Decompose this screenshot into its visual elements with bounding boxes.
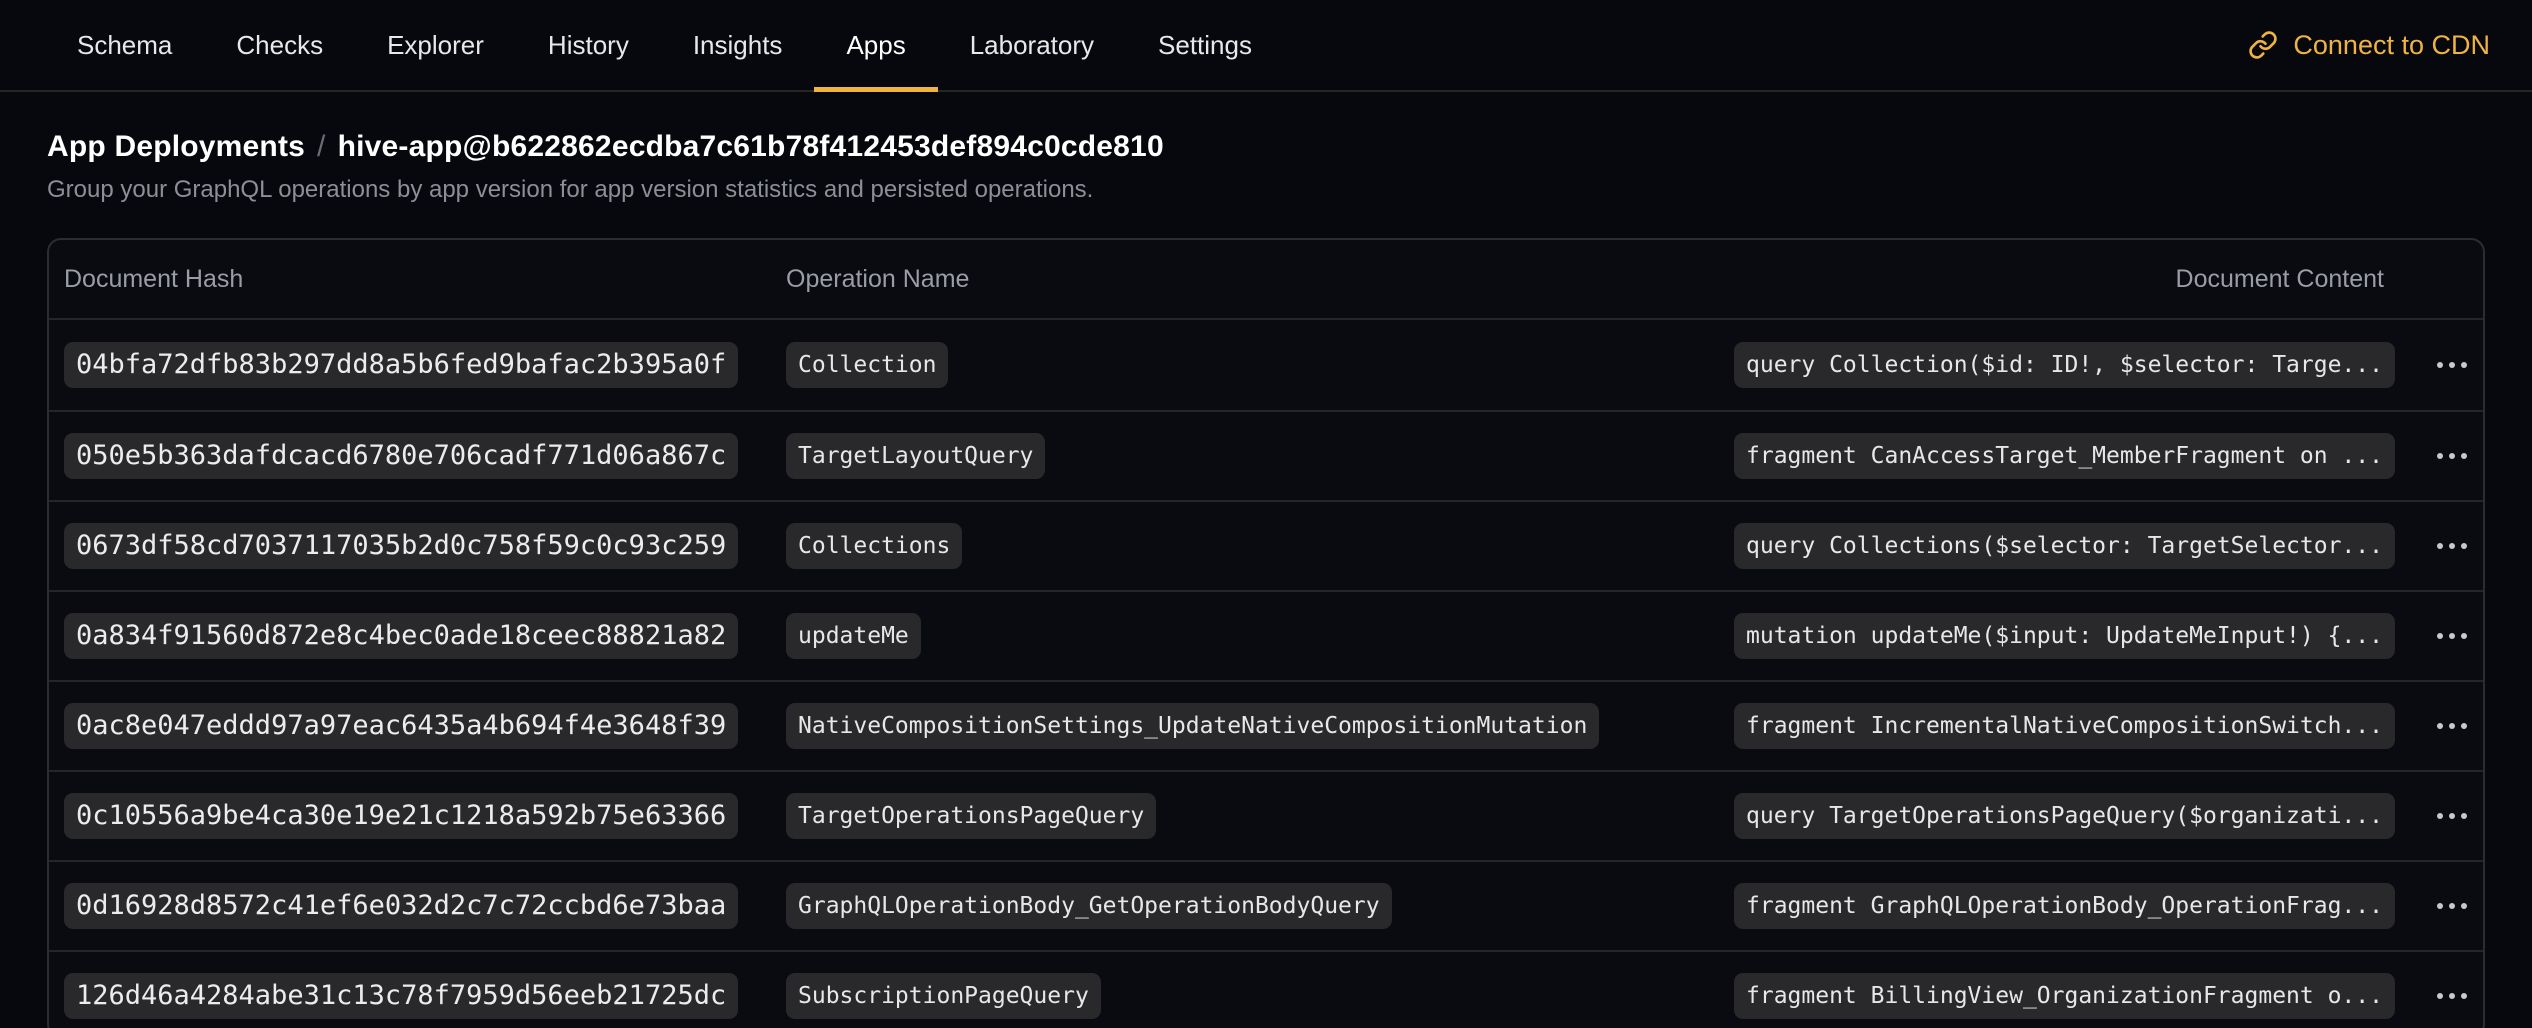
document-hash-badge: 126d46a4284abe31c13c78f7959d56eeb21725dc [64,973,738,1019]
more-horizontal-icon [2437,633,2467,639]
document-hash-badge: 0d16928d8572c41ef6e032d2c7c72ccbd6e73baa [64,883,738,929]
table-row: 0ac8e047eddd97a97eac6435a4b694f4e3648f39… [49,680,2483,770]
table-row: 0c10556a9be4ca30e19e21c1218a592b75e63366… [49,770,2483,860]
table-row: 0a834f91560d872e8c4bec0ade18ceec88821a82… [49,590,2483,680]
tab-apps[interactable]: Apps [814,0,937,90]
row-menu-button[interactable] [2410,523,2485,569]
document-content-badge: fragment GraphQLOperationBody_OperationF… [1734,883,2395,929]
chain-link-icon [2248,30,2278,60]
column-header-document-hash: Document Hash [49,265,786,294]
operation-name-badge: GraphQLOperationBody_GetOperationBodyQue… [786,883,1392,929]
tab-insights[interactable]: Insights [661,0,815,90]
document-hash-badge: 0673df58cd7037117035b2d0c758f59c0c93c259 [64,523,738,569]
operation-name-badge: TargetLayoutQuery [786,433,1045,479]
connect-to-cdn-button[interactable]: Connect to CDN [2248,0,2490,90]
connect-to-cdn-label: Connect to CDN [2293,30,2490,61]
operation-name-badge: Collections [786,523,962,569]
operation-name-badge: SubscriptionPageQuery [786,973,1101,1019]
document-hash-badge: 0a834f91560d872e8c4bec0ade18ceec88821a82 [64,613,738,659]
row-menu-button[interactable] [2410,613,2485,659]
tab-checks[interactable]: Checks [204,0,355,90]
more-horizontal-icon [2437,543,2467,549]
row-menu-button[interactable] [2410,342,2485,388]
document-content-badge: mutation updateMe($input: UpdateMeInput!… [1734,613,2395,659]
document-hash-badge: 0ac8e047eddd97a97eac6435a4b694f4e3648f39 [64,703,738,749]
document-content-badge: fragment IncrementalNativeCompositionSwi… [1734,703,2395,749]
tab-explorer[interactable]: Explorer [355,0,516,90]
operation-name-badge: TargetOperationsPageQuery [786,793,1156,839]
page-subtitle: Group your GraphQL operations by app ver… [47,176,2485,204]
table-row: 04bfa72dfb83b297dd8a5b6fed9bafac2b395a0f… [49,320,2483,410]
row-menu-button[interactable] [2410,433,2485,479]
top-navigation: Schema Checks Explorer History Insights … [0,0,2532,92]
deployments-table: Document Hash Operation Name Document Co… [47,238,2485,1028]
document-hash-badge: 04bfa72dfb83b297dd8a5b6fed9bafac2b395a0f [64,342,738,388]
operation-name-badge: Collection [786,342,948,388]
operation-name-badge: NativeCompositionSettings_UpdateNativeCo… [786,703,1599,749]
more-horizontal-icon [2437,993,2467,999]
tab-history[interactable]: History [516,0,661,90]
breadcrumb-separator: / [317,130,326,163]
table-row: 0673df58cd7037117035b2d0c758f59c0c93c259… [49,500,2483,590]
table-header-row: Document Hash Operation Name Document Co… [49,240,2483,320]
breadcrumb-app-id: hive-app@b622862ecdba7c61b78f412453def89… [338,130,1164,163]
document-content-badge: query TargetOperationsPageQuery($organiz… [1734,793,2395,839]
page-content: App Deployments / hive-app@b622862ecdba7c6… [0,130,2532,1028]
table-row: 050e5b363dafdcacd6780e706cadf771d06a867c… [49,410,2483,500]
table-row: 126d46a4284abe31c13c78f7959d56eeb21725dc… [49,950,2483,1028]
document-hash-badge: 050e5b363dafdcacd6780e706cadf771d06a867c [64,433,738,479]
more-horizontal-icon [2437,453,2467,459]
column-header-document-content: Document Content [1734,265,2399,294]
more-horizontal-icon [2437,362,2467,368]
breadcrumb: App Deployments / hive-app@b622862ecdba7c6… [47,130,2485,164]
tab-settings[interactable]: Settings [1126,0,1284,90]
document-hash-badge: 0c10556a9be4ca30e19e21c1218a592b75e63366 [64,793,738,839]
operation-name-badge: updateMe [786,613,921,659]
more-horizontal-icon [2437,903,2467,909]
more-horizontal-icon [2437,723,2467,729]
row-menu-button[interactable] [2410,793,2485,839]
document-content-badge: fragment BillingView_OrganizationFragmen… [1734,973,2395,1019]
table-row: 0d16928d8572c41ef6e032d2c7c72ccbd6e73baa… [49,860,2483,950]
column-header-operation-name: Operation Name [786,265,1734,294]
document-content-badge: fragment CanAccessTarget_MemberFragment … [1734,433,2395,479]
row-menu-button[interactable] [2410,703,2485,749]
tab-schema[interactable]: Schema [45,0,204,90]
tab-laboratory[interactable]: Laboratory [938,0,1126,90]
breadcrumb-section[interactable]: App Deployments [47,130,305,163]
row-menu-button[interactable] [2410,883,2485,929]
document-content-badge: query Collection($id: ID!, $selector: Ta… [1734,342,2395,388]
more-horizontal-icon [2437,813,2467,819]
row-menu-button[interactable] [2410,973,2485,1019]
document-content-badge: query Collections($selector: TargetSelec… [1734,523,2395,569]
